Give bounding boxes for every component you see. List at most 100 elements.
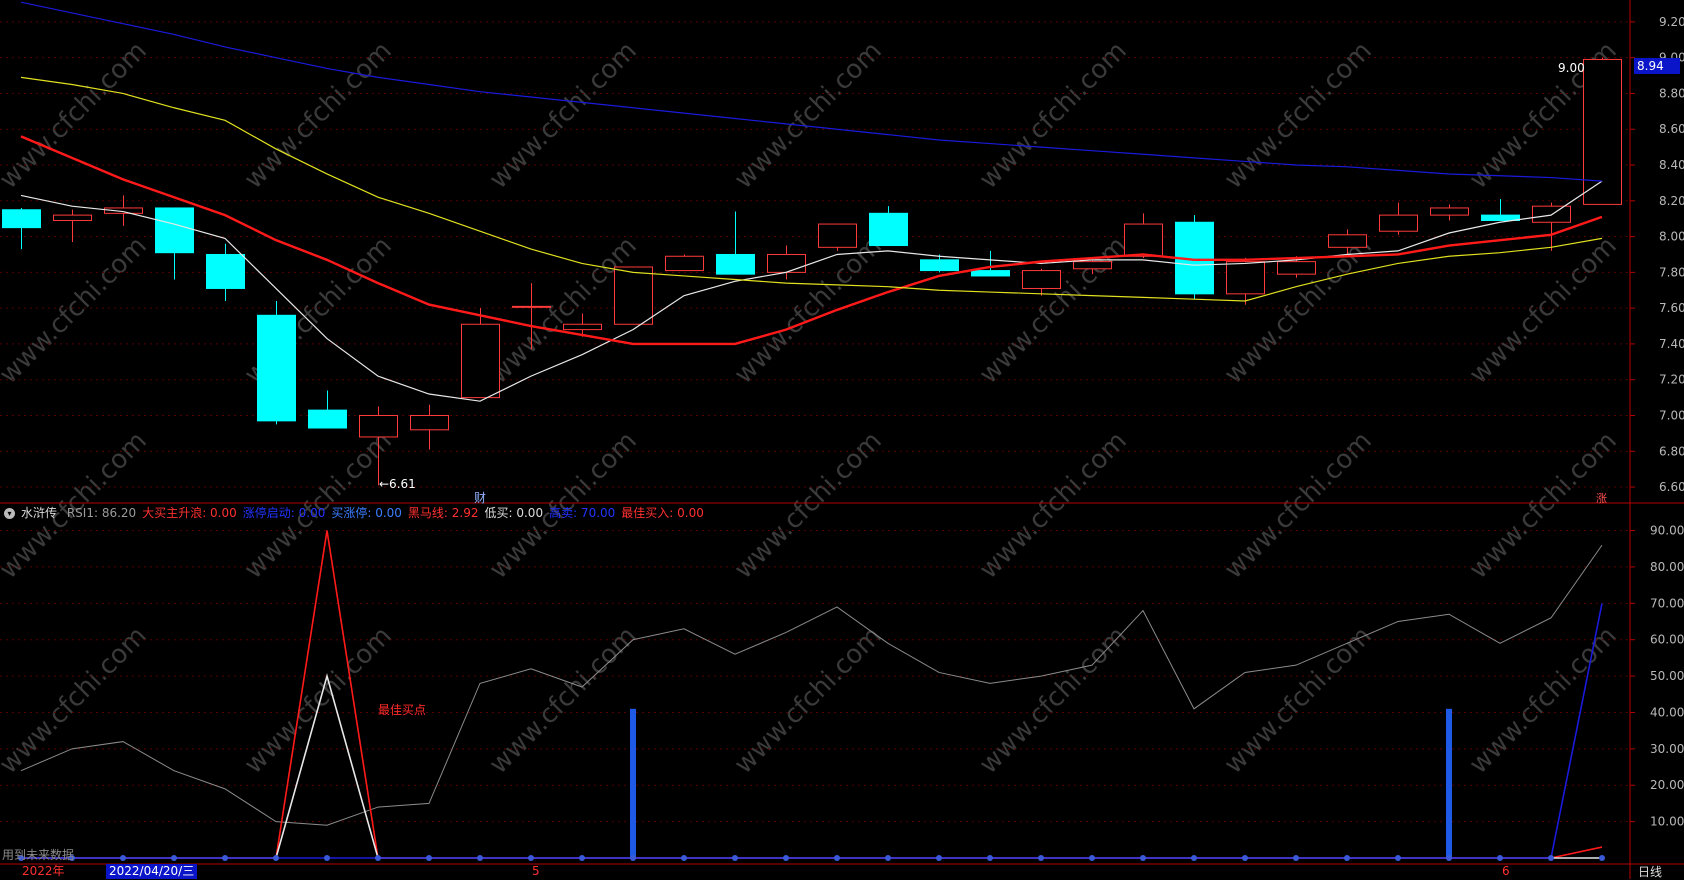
best-buy-label: 最佳买点 — [378, 703, 426, 717]
indicator-dot — [273, 855, 279, 861]
watermark-text: www.cfchi.com — [974, 36, 1133, 195]
date-label-cursor[interactable]: 2022/04/20/三 — [106, 864, 198, 879]
price-tick-label: 8.40 — [1659, 158, 1684, 172]
indicator-dot — [426, 855, 432, 861]
candle — [1175, 215, 1214, 300]
indicator-bar — [1446, 708, 1452, 858]
indicator-legend-item: 最佳买入: 0.00 — [621, 506, 704, 520]
candle-body-up — [665, 255, 704, 272]
watermark-text: www.cfchi.com — [239, 621, 398, 780]
watermark-text: www.cfchi.com — [484, 621, 643, 780]
indicator-name[interactable]: 水浒传 — [21, 506, 57, 520]
candle — [461, 308, 500, 399]
price-tick-label: 7.40 — [1659, 337, 1684, 351]
candle-body-down — [716, 253, 755, 275]
chart-stage: www.cfchi.com www.cfchi.com www.cfchi.com w… — [0, 0, 1684, 879]
price-chart[interactable] — [2, 1, 1622, 486]
indicator-dot — [936, 855, 942, 861]
candle — [716, 211, 755, 275]
candle — [410, 404, 449, 450]
candle-body-down — [206, 253, 245, 289]
candle-body-down — [155, 207, 194, 254]
candle — [1532, 202, 1571, 251]
indicator-dot — [528, 855, 534, 861]
indicator-dot — [1140, 855, 1146, 861]
candle-body-up — [359, 414, 398, 438]
candle-body-up — [1379, 214, 1418, 232]
indicator-dot — [1446, 855, 1452, 861]
candle-body-up — [614, 266, 653, 325]
candle-body-up — [461, 323, 500, 399]
cai-marker[interactable]: 财 — [474, 491, 486, 505]
price-tick-label: 8.00 — [1659, 230, 1684, 244]
candle — [818, 223, 857, 251]
watermark-text: www.cfchi.com — [729, 621, 888, 780]
price-tick-label: 7.80 — [1659, 265, 1684, 279]
price-tick-label: 7.60 — [1659, 301, 1684, 315]
indicator-tick-label: 90.00 — [1650, 524, 1684, 538]
indicator-dot — [1548, 855, 1554, 861]
watermark-text: www.cfchi.com — [1219, 36, 1378, 195]
indicator-legend: ▾ 水浒传 RSI1: 86.20 大买主升浪: 0.00 涨停启动: 0.00 买涨停… — [0, 504, 1630, 522]
candle-body-down — [308, 409, 347, 429]
watermark-text: www.cfchi.com — [0, 231, 153, 390]
period-label[interactable]: 日线 — [1638, 863, 1662, 880]
indicator-dot — [1599, 855, 1605, 861]
candle-body-down — [869, 212, 908, 247]
candle — [1430, 204, 1469, 221]
current-price-tag: 8.94 — [1634, 58, 1680, 74]
indicator-bar — [630, 708, 636, 858]
price-tick-label: 9.20 — [1659, 15, 1684, 29]
indicator-dot — [1038, 855, 1044, 861]
indicator-menu-icon[interactable]: ▾ — [4, 508, 15, 519]
indicator-dot — [783, 855, 789, 861]
indicator-dot — [477, 855, 483, 861]
candle — [308, 390, 347, 429]
candle-body-up — [1022, 270, 1061, 289]
candle — [53, 209, 92, 242]
candle-body-up — [563, 323, 602, 331]
indicator-dot — [324, 855, 330, 861]
candle — [1583, 57, 1622, 205]
price-tick-label: 7.00 — [1659, 408, 1684, 422]
watermark-text: www.cfchi.com — [729, 36, 888, 195]
candle — [2, 207, 41, 250]
candle — [1124, 213, 1163, 259]
price-tick-label: 8.80 — [1659, 86, 1684, 100]
candle — [155, 207, 194, 280]
candle-body-up — [512, 305, 551, 308]
watermark-text: www.cfchi.com — [239, 36, 398, 195]
watermark-text: www.cfchi.com — [0, 36, 153, 195]
candle — [614, 266, 653, 325]
indicator-dot — [120, 855, 126, 861]
watermark-text: www.cfchi.com — [1219, 621, 1378, 780]
indicator-tick-label: 70.00 — [1650, 596, 1684, 610]
watermark-text: www.cfchi.com — [0, 621, 153, 780]
indicator-dot — [630, 855, 636, 861]
candle-body-up — [818, 223, 857, 248]
indicator-dot — [987, 855, 993, 861]
low-price-marker: ←6.61 — [379, 477, 416, 491]
candle-body-up — [1277, 261, 1316, 275]
date-label-year: 2022年 — [22, 864, 65, 878]
candle-body-down — [2, 209, 41, 229]
candle — [869, 206, 908, 247]
indicator-legend-item: 买涨停: 0.00 — [331, 506, 402, 520]
indicator-tick-label: 50.00 — [1650, 669, 1684, 683]
indicator-tick-label: 30.00 — [1650, 742, 1684, 756]
date-label-june: 6 — [1502, 864, 1510, 878]
indicator-legend-item: 低买: 0.00 — [484, 506, 544, 520]
candle — [1481, 199, 1520, 221]
indicator-dot — [375, 855, 381, 861]
watermark-text: www.cfchi.com — [484, 36, 643, 195]
candle-body-down — [257, 314, 296, 422]
price-tick-label: 7.20 — [1659, 373, 1684, 387]
candle-body-down — [1481, 214, 1520, 221]
indicator-dot — [1293, 855, 1299, 861]
candle-body-up — [410, 414, 449, 431]
candle-body-up — [53, 214, 92, 221]
candle — [665, 254, 704, 272]
indicator-dot — [579, 855, 585, 861]
indicator-legend-item: 黑马线: 2.92 — [407, 506, 479, 520]
watermark-text: www.cfchi.com — [974, 231, 1133, 390]
